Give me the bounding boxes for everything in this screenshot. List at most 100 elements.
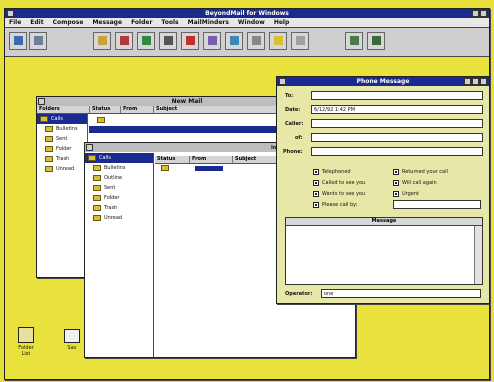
phone-message-maximize-button[interactable] bbox=[472, 78, 479, 85]
menu-window[interactable]: Window bbox=[238, 18, 265, 27]
folder-icon bbox=[88, 155, 96, 161]
message-icon bbox=[161, 165, 169, 171]
menu-file[interactable]: File bbox=[9, 18, 21, 27]
folder-icon bbox=[93, 165, 101, 171]
search-icon bbox=[252, 36, 261, 45]
folder-calls[interactable]: Calls bbox=[37, 114, 87, 124]
folder-trash[interactable]: Trash bbox=[85, 203, 153, 213]
phone-message-close-button[interactable] bbox=[480, 78, 487, 85]
folder-folder[interactable]: Folder bbox=[85, 193, 153, 203]
toolbar-button-4[interactable] bbox=[115, 32, 133, 50]
folder-label: Sent bbox=[56, 136, 68, 142]
menu-mailminders[interactable]: MailMinders bbox=[188, 18, 229, 27]
folder-trash[interactable]: Trash bbox=[37, 154, 87, 164]
called-to-see-label: Called to see you bbox=[322, 180, 366, 186]
folder-label: Folder bbox=[104, 195, 120, 201]
to-field[interactable] bbox=[311, 91, 483, 100]
toolbar-button-13[interactable] bbox=[345, 32, 363, 50]
toolbar-button-12[interactable] bbox=[291, 32, 309, 50]
phone-message-system-button[interactable] bbox=[279, 78, 286, 85]
print-icon bbox=[164, 36, 173, 45]
move-icon bbox=[208, 36, 217, 45]
returned-call-checkbox[interactable] bbox=[393, 169, 399, 175]
phone-field[interactable] bbox=[311, 147, 483, 156]
urgent-checkbox[interactable] bbox=[393, 191, 399, 197]
folder-label: Unread bbox=[104, 215, 123, 221]
menu-help[interactable]: Help bbox=[274, 18, 289, 27]
folder-icon bbox=[97, 117, 105, 123]
folder-list-desktop-icon[interactable]: Folder List bbox=[15, 327, 37, 357]
mail-icon bbox=[14, 36, 23, 45]
will-call-again-checkbox[interactable] bbox=[393, 180, 399, 186]
folder-bulletins[interactable]: Bulletins bbox=[85, 163, 153, 173]
folder-icon bbox=[45, 146, 53, 152]
folder-icon bbox=[93, 195, 101, 201]
date-field[interactable]: 6/12/92 1:42 PM bbox=[311, 105, 483, 114]
menu-message[interactable]: Message bbox=[92, 18, 122, 27]
wants-to-see-checkbox[interactable] bbox=[313, 191, 319, 197]
folder-calls[interactable]: Calls bbox=[85, 153, 153, 163]
main-titlebar: BeyondMail for Windows bbox=[5, 9, 489, 18]
toolbar-button-10[interactable] bbox=[247, 32, 265, 50]
folder-unread[interactable]: Unread bbox=[37, 164, 87, 174]
folder-unread[interactable]: Unread bbox=[85, 213, 153, 223]
col-from[interactable]: From bbox=[190, 156, 233, 163]
toolbar-button-11[interactable] bbox=[269, 32, 287, 50]
save-desktop-icon[interactable]: Sav bbox=[61, 329, 83, 351]
please-call-by-checkbox[interactable] bbox=[313, 202, 319, 208]
toolbar-button-14[interactable] bbox=[367, 32, 385, 50]
caller-field[interactable] bbox=[311, 119, 483, 128]
system-menu-button[interactable] bbox=[7, 10, 14, 17]
folder-icon bbox=[93, 215, 101, 221]
of-label: of: bbox=[295, 135, 303, 141]
folder-icon bbox=[45, 136, 53, 142]
save-icon bbox=[64, 329, 80, 343]
folder-label: Bulletins bbox=[104, 165, 126, 171]
folder-outline[interactable]: Outline bbox=[85, 173, 153, 183]
col-status[interactable]: Status bbox=[90, 106, 121, 113]
toolbar-button-2[interactable] bbox=[29, 32, 47, 50]
toolbar-button-6[interactable] bbox=[159, 32, 177, 50]
phone-message-window: Phone Message To: Date: 6/12/92 1:42 PM … bbox=[276, 76, 490, 304]
folder-folder[interactable]: Folder bbox=[37, 144, 87, 154]
folder-list-label: Folder List bbox=[18, 345, 34, 357]
exit-icon bbox=[372, 36, 381, 45]
phone-message-minimize-button[interactable] bbox=[464, 78, 471, 85]
telephoned-checkbox[interactable] bbox=[313, 169, 319, 175]
folder-sent[interactable]: Sent bbox=[37, 134, 87, 144]
new-mail-system-button[interactable] bbox=[38, 98, 45, 105]
menu-tools[interactable]: Tools bbox=[161, 18, 178, 27]
folder-list-system-button[interactable] bbox=[86, 144, 93, 151]
menu-folder[interactable]: Folder bbox=[131, 18, 152, 27]
maximize-button[interactable] bbox=[480, 10, 487, 17]
menu-compose[interactable]: Compose bbox=[53, 18, 84, 27]
toolbar-button-5[interactable] bbox=[137, 32, 155, 50]
urgent-label: Urgent bbox=[402, 191, 420, 197]
compose-icon bbox=[98, 36, 107, 45]
folder-bulletins[interactable]: Bulletins bbox=[37, 124, 87, 134]
screen: BeyondMail for Windows File Edit Compose… bbox=[0, 0, 494, 382]
called-to-see-checkbox[interactable] bbox=[313, 180, 319, 186]
folder-icon bbox=[45, 126, 53, 132]
folder-sent[interactable]: Sent bbox=[85, 183, 153, 193]
of-field[interactable] bbox=[311, 133, 483, 142]
toolbar-button-7[interactable] bbox=[181, 32, 199, 50]
operator-field[interactable]: one bbox=[321, 289, 481, 298]
phone-label: Phone: bbox=[283, 149, 303, 155]
col-folders[interactable]: Folders bbox=[37, 106, 90, 113]
message-textarea[interactable] bbox=[286, 226, 474, 284]
folder-label: Unread bbox=[56, 166, 75, 172]
menu-edit[interactable]: Edit bbox=[30, 18, 43, 27]
minimize-button[interactable] bbox=[472, 10, 479, 17]
please-call-by-field[interactable] bbox=[393, 200, 481, 209]
toolbar-button-1[interactable] bbox=[9, 32, 27, 50]
col-from[interactable]: From bbox=[121, 106, 154, 113]
folder-list-icon bbox=[18, 327, 34, 343]
col-status[interactable]: Status bbox=[155, 156, 190, 163]
col-subject[interactable]: Subject bbox=[154, 106, 276, 113]
phone-message-titlebar: Phone Message bbox=[277, 77, 489, 86]
toolbar-button-9[interactable] bbox=[225, 32, 243, 50]
toolbar-button-8[interactable] bbox=[203, 32, 221, 50]
message-scrollbar[interactable] bbox=[474, 226, 482, 284]
toolbar-button-3[interactable] bbox=[93, 32, 111, 50]
